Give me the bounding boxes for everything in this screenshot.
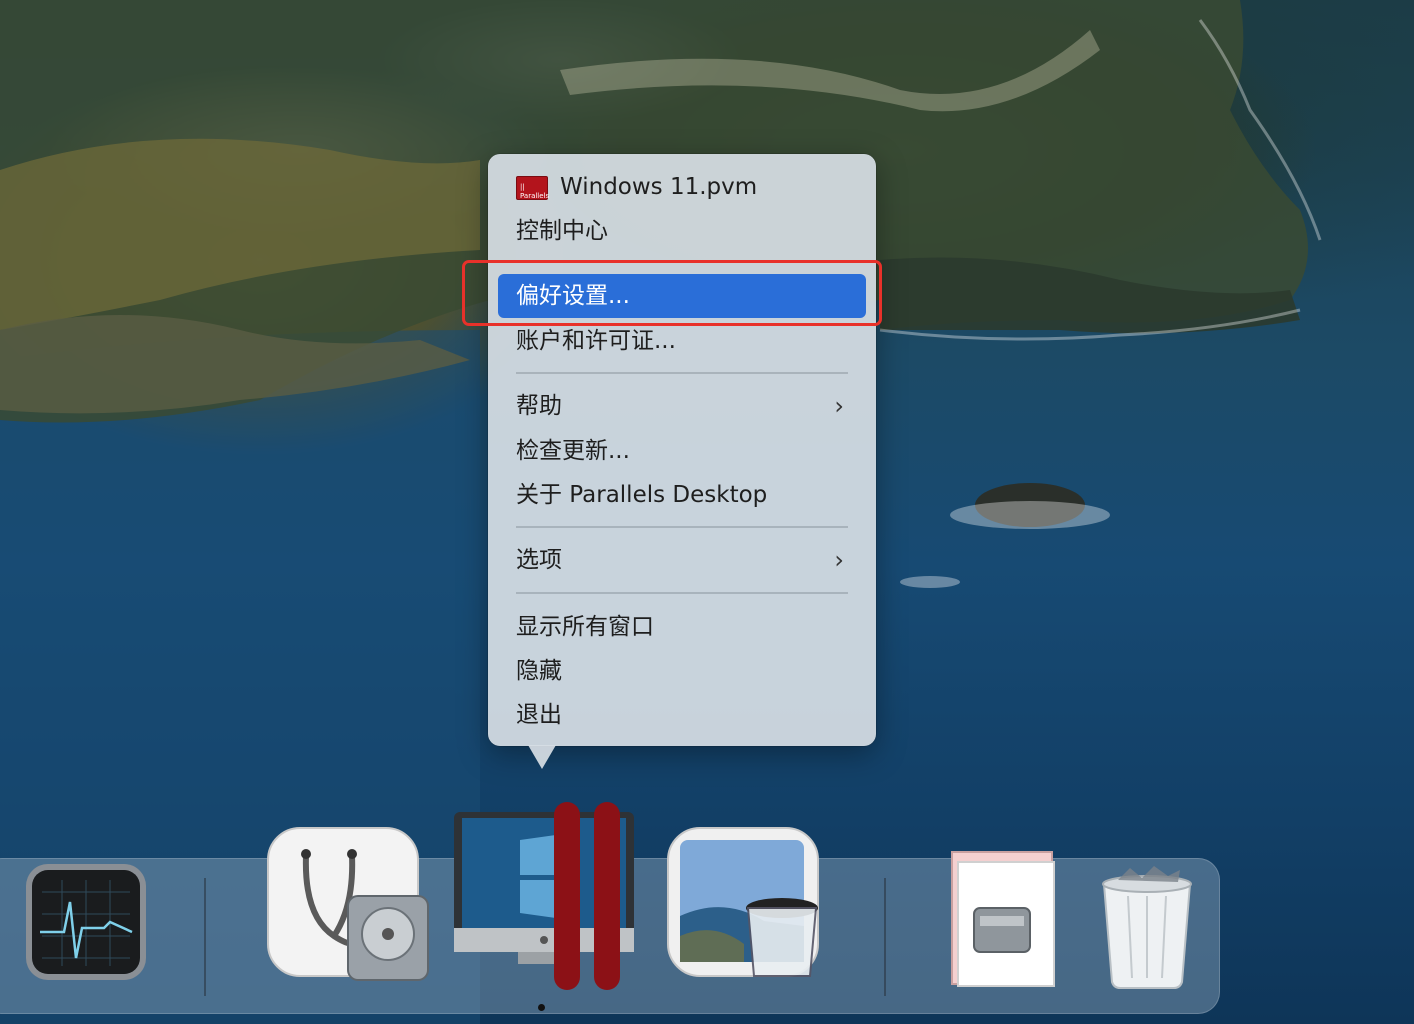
- running-indicator: [538, 1004, 545, 1011]
- menu-item-label: Windows 11.pvm: [560, 174, 758, 200]
- menu-item-label: 帮助: [516, 393, 562, 419]
- menu-item-control-center[interactable]: 控制中心: [498, 213, 866, 249]
- disk-image-icon[interactable]: [944, 848, 1060, 990]
- menu-item-windows-11-vm[interactable]: || Parallels Windows 11.pvm: [498, 169, 866, 205]
- menu-item-check-updates[interactable]: 检查更新...: [498, 433, 866, 469]
- chevron-right-icon: ›: [834, 392, 844, 420]
- parallels-vm-icon: || Parallels: [516, 176, 550, 200]
- preview-icon[interactable]: [664, 826, 830, 986]
- disk-utility-icon[interactable]: [264, 826, 432, 986]
- menu-pointer-arrow: [528, 745, 556, 769]
- menu-separator: [516, 592, 848, 594]
- activity-monitor-icon[interactable]: [24, 862, 148, 982]
- dock-divider: [204, 878, 206, 996]
- menu-item-label: 控制中心: [516, 218, 608, 244]
- menu-item-help[interactable]: 帮助 ›: [498, 388, 866, 424]
- trash-icon[interactable]: [1098, 866, 1196, 990]
- menu-item-label: 隐藏: [516, 658, 562, 684]
- annotation-highlight-box: [462, 260, 882, 326]
- dock-context-menu: || Parallels Windows 11.pvm 控制中心 偏好设置...…: [488, 154, 876, 746]
- menu-item-quit[interactable]: 退出: [498, 697, 866, 733]
- menu-item-hide[interactable]: 隐藏: [498, 653, 866, 689]
- menu-item-account-and-license[interactable]: 账户和许可证...: [498, 323, 866, 359]
- chevron-right-icon: ›: [834, 546, 844, 574]
- menu-item-label: 关于 Parallels Desktop: [516, 482, 768, 508]
- menu-item-label: 退出: [516, 702, 562, 728]
- menu-item-label: 检查更新...: [516, 438, 630, 464]
- menu-item-label: 显示所有窗口: [516, 614, 654, 640]
- menu-item-show-all-windows[interactable]: 显示所有窗口: [498, 609, 866, 645]
- menu-separator: [516, 526, 848, 528]
- menu-item-label: 账户和许可证...: [516, 328, 676, 354]
- parallels-desktop-icon[interactable]: [450, 800, 640, 994]
- menu-item-about[interactable]: 关于 Parallels Desktop: [498, 477, 866, 513]
- menu-item-label: 选项: [516, 547, 562, 573]
- menu-item-options[interactable]: 选项 ›: [498, 542, 866, 578]
- dock-divider: [884, 878, 886, 996]
- menu-separator: [516, 372, 848, 374]
- parallels-vm-icon-text: || Parallels: [520, 183, 550, 200]
